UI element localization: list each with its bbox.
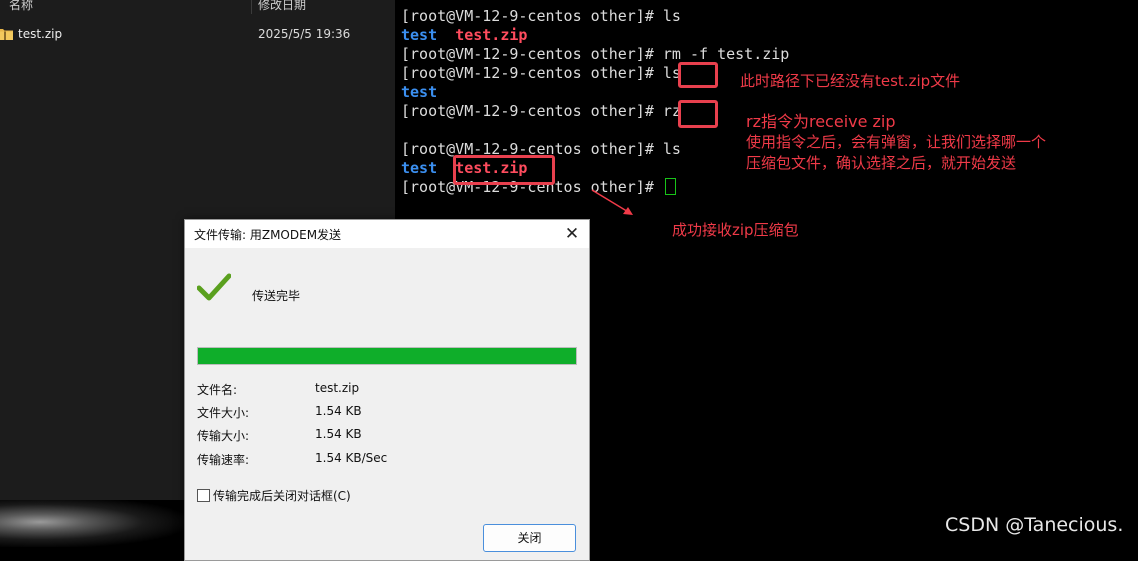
column-header-name[interactable]: 名称 xyxy=(9,0,33,13)
transfer-size-value: 1.54 KB xyxy=(315,427,362,441)
annotation-ls-note: 此时路径下已经没有test.zip文件 xyxy=(740,72,961,90)
annotation-success-note: 成功接收zip压缩包 xyxy=(672,221,799,239)
dialog-title: 文件传输: 用ZMODEM发送 xyxy=(194,228,342,242)
dir-entry: test xyxy=(401,83,438,101)
annotation-rz-title: rz指令为receive zip xyxy=(746,112,896,131)
file-row[interactable]: test.zip 2025/5/5 19:36 xyxy=(0,24,395,44)
close-after-transfer-checkbox[interactable] xyxy=(197,489,210,502)
file-name: test.zip xyxy=(18,27,63,41)
transfer-progress-bar xyxy=(197,347,577,365)
file-transfer-dialog: 文件传输: 用ZMODEM发送 ✕ 传送完毕 文件名: test.zip 文件大… xyxy=(184,219,590,561)
shell-prompt: [root@VM-12-9-centos other]# xyxy=(401,64,663,82)
file-name-value: test.zip xyxy=(315,381,360,395)
terminal-line: [root@VM-12-9-centos other]# ls xyxy=(401,7,681,26)
terminal-output-line: test xyxy=(401,83,437,102)
shell-prompt: [root@VM-12-9-centos other]# xyxy=(401,45,663,63)
close-icon[interactable]: ✕ xyxy=(561,223,583,245)
file-modified-date: 2025/5/5 19:36 xyxy=(258,27,351,41)
highlight-box-rz xyxy=(678,100,718,128)
transfer-rate-label: 传输速率: xyxy=(197,453,250,467)
shell-prompt: [root@VM-12-9-centos other]# xyxy=(401,102,663,120)
column-header: 名称 修改日期 xyxy=(0,0,395,14)
terminal-line: [root@VM-12-9-centos other]# rm -f test.… xyxy=(401,45,789,64)
shell-command: ls xyxy=(662,7,681,25)
dir-entry: test xyxy=(401,26,438,44)
watermark: CSDN @Tanecious. xyxy=(945,514,1124,536)
dir-entry: test xyxy=(401,159,438,177)
transfer-rate-value: 1.54 KB/Sec xyxy=(315,451,388,465)
zip-folder-icon xyxy=(0,29,13,40)
shell-prompt: [root@VM-12-9-centos other]# xyxy=(401,7,663,25)
transfer-status: 传送完毕 xyxy=(252,289,301,303)
progress-fill xyxy=(198,348,576,364)
shell-command: rm -f test.zip xyxy=(662,45,790,63)
close-button[interactable]: 关闭 xyxy=(483,524,576,552)
background-image-fragment xyxy=(0,500,186,547)
terminal-cursor xyxy=(664,178,676,195)
column-header-modified-date[interactable]: 修改日期 xyxy=(258,0,306,13)
shell-command: ls xyxy=(662,140,681,158)
close-after-transfer-label[interactable]: 传输完成后关闭对话框(C) xyxy=(213,487,351,504)
highlight-box-ls xyxy=(678,62,718,88)
file-name-label: 文件名: xyxy=(197,383,238,397)
annotation-rz-line1: 使用指令之后，会有弹窗，让我们选择哪一个 xyxy=(746,133,1047,151)
annotation-rz-line2: 压缩包文件，确认选择之后，就开始发送 xyxy=(746,154,1017,172)
column-divider[interactable] xyxy=(251,0,252,14)
highlight-box-test-zip xyxy=(453,155,555,185)
dialog-titlebar[interactable]: 文件传输: 用ZMODEM发送 ✕ xyxy=(185,220,589,248)
file-size-label: 文件大小: xyxy=(197,406,250,420)
terminal-line: [root@VM-12-9-centos other]# rz xyxy=(401,102,681,121)
terminal-output-line: test test.zip xyxy=(401,26,527,45)
checkmark-icon xyxy=(197,273,231,301)
annotation-arrow-icon xyxy=(591,189,633,215)
terminal-line: [root@VM-12-9-centos other]# ls xyxy=(401,64,681,83)
transfer-size-label: 传输大小: xyxy=(197,429,250,443)
file-size-value: 1.54 KB xyxy=(315,404,362,418)
zip-entry: test.zip xyxy=(455,26,528,44)
